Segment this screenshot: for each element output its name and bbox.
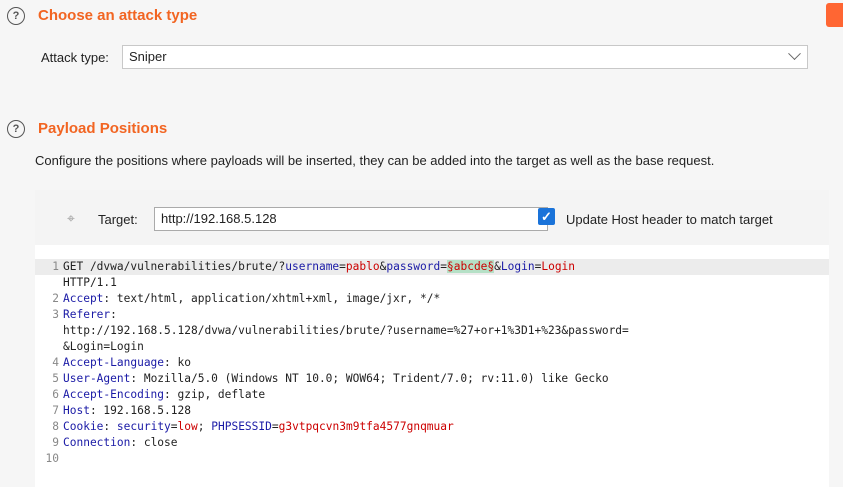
line-number: 5 xyxy=(52,372,59,385)
line-number: 9 xyxy=(52,436,59,449)
request-line: 9 Connection: close xyxy=(35,435,829,451)
line-code: Cookie: security=low; PHPSESSID=g3vtpqcv… xyxy=(63,420,454,433)
request-line: &Login=Login xyxy=(35,339,829,355)
request-line: 6 Accept-Encoding: gzip, deflate xyxy=(35,387,829,403)
target-row: ⌖ Target: http://192.168.5.128 ✓ Update … xyxy=(35,190,829,245)
attack-type-label: Attack type: xyxy=(41,50,109,65)
request-line: 1 GET /dvwa/vulnerabilities/brute/?usern… xyxy=(35,259,829,275)
line-number: 4 xyxy=(52,356,59,369)
line-code: Connection: close xyxy=(63,436,178,449)
chevron-down-icon xyxy=(788,47,801,61)
target-input[interactable]: http://192.168.5.128 xyxy=(154,207,548,231)
line-code: &Login=Login xyxy=(63,340,144,353)
request-line: 2 Accept: text/html, application/xhtml+x… xyxy=(35,291,829,307)
request-line: HTTP/1.1 xyxy=(35,275,829,291)
help-icon[interactable]: ? xyxy=(7,7,25,25)
line-number: 7 xyxy=(52,404,59,417)
line-number: 8 xyxy=(52,420,59,433)
update-host-label: Update Host header to match target xyxy=(566,212,773,227)
line-code: Referer: xyxy=(63,308,117,321)
line-code: HTTP/1.1 xyxy=(63,276,117,289)
line-code: GET /dvwa/vulnerabilities/brute/?usernam… xyxy=(63,260,576,273)
line-code: User-Agent: Mozilla/5.0 (Windows NT 10.0… xyxy=(63,372,609,385)
help-icon[interactable]: ? xyxy=(7,120,25,138)
request-editor[interactable]: 1 GET /dvwa/vulnerabilities/brute/?usern… xyxy=(35,259,829,467)
payload-positions-description: Configure the positions where payloads w… xyxy=(35,153,715,168)
payload-marker[interactable]: §abcde§ xyxy=(447,260,495,273)
update-host-checkbox[interactable]: ✓ xyxy=(538,208,555,225)
request-line: 7 Host: 192.168.5.128 xyxy=(35,403,829,419)
request-line: 3 Referer: xyxy=(35,307,829,323)
line-code: Accept-Language: ko xyxy=(63,356,191,369)
line-code: http://192.168.5.128/dvwa/vulnerabilitie… xyxy=(63,324,629,337)
orange-action-tab[interactable] xyxy=(826,3,843,27)
attack-type-select[interactable]: Sniper xyxy=(122,45,808,69)
request-line: 5 User-Agent: Mozilla/5.0 (Windows NT 10… xyxy=(35,371,829,387)
line-number: 6 xyxy=(52,388,59,401)
line-code: Accept-Encoding: gzip, deflate xyxy=(63,388,266,401)
line-number: 3 xyxy=(52,308,59,321)
request-line: 8 Cookie: security=low; PHPSESSID=g3vtpq… xyxy=(35,419,829,435)
line-number: 10 xyxy=(45,452,59,465)
request-line: http://192.168.5.128/dvwa/vulnerabilitie… xyxy=(35,323,829,339)
target-label: Target: xyxy=(98,212,138,227)
request-line: 10 xyxy=(35,451,829,467)
section-title-attack-type: Choose an attack type xyxy=(38,7,198,24)
section-title-payload-positions: Payload Positions xyxy=(38,120,168,137)
crosshair-icon: ⌖ xyxy=(67,210,75,226)
line-number: 2 xyxy=(52,292,59,305)
line-code: Host: 192.168.5.128 xyxy=(63,404,191,417)
request-line: 4 Accept-Language: ko xyxy=(35,355,829,371)
line-code: Accept: text/html, application/xhtml+xml… xyxy=(63,292,441,305)
line-number: 1 xyxy=(52,260,59,273)
attack-type-value: Sniper xyxy=(129,49,167,64)
request-panel: ⌖ Target: http://192.168.5.128 ✓ Update … xyxy=(35,190,829,487)
